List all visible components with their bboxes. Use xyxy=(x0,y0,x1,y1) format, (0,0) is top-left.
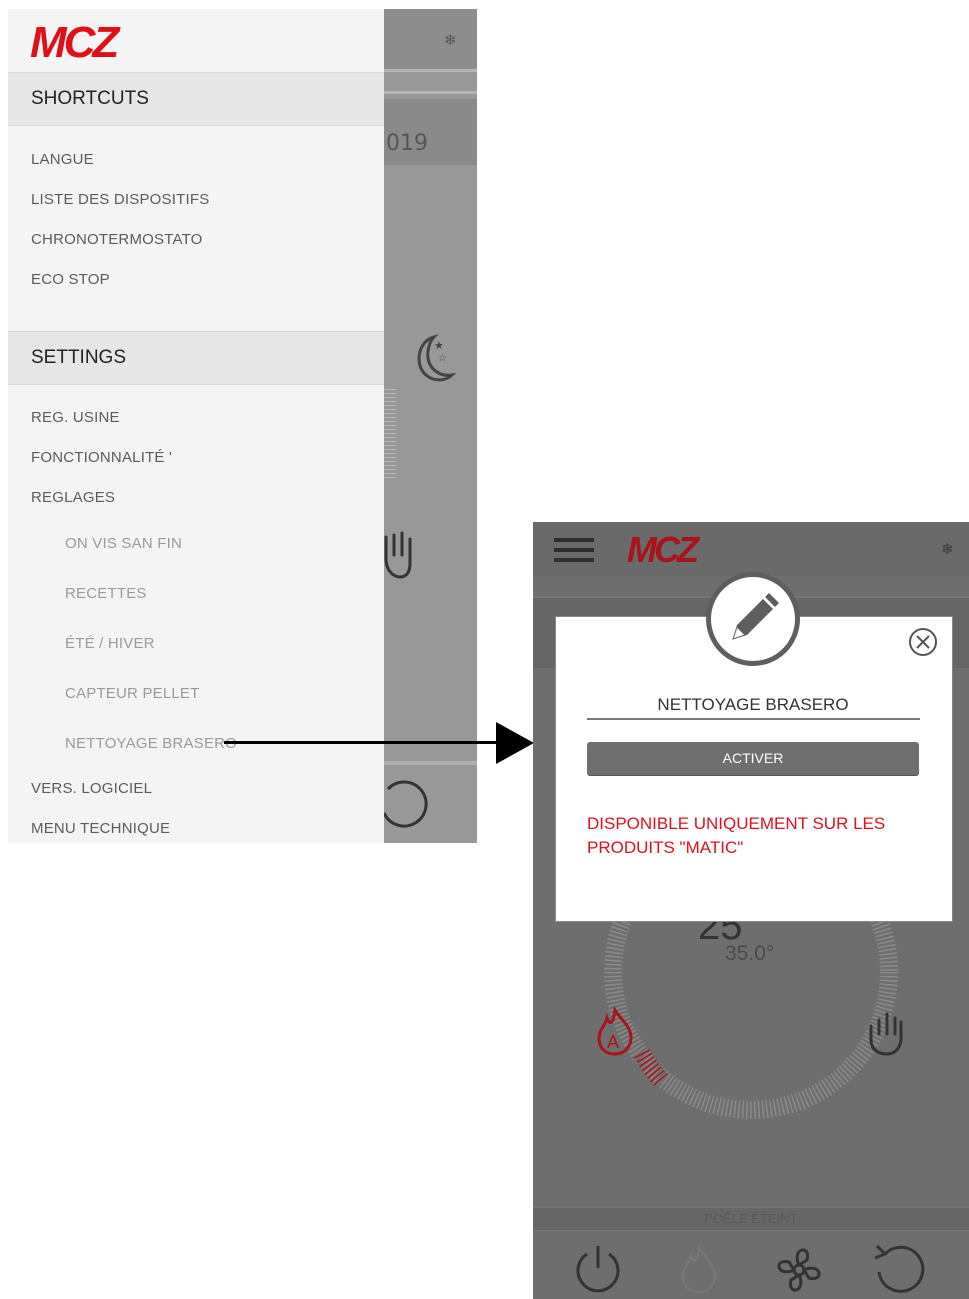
svg-text:☆: ☆ xyxy=(438,353,447,364)
mcz-logo: MCZ xyxy=(30,21,124,61)
activate-button[interactable]: ACTIVER xyxy=(587,742,919,775)
auto-flame-icon[interactable]: A xyxy=(595,1006,637,1056)
hand-icon[interactable] xyxy=(865,1008,905,1056)
divider xyxy=(378,91,477,94)
left-screenshot: ❄ 019 ★ ☆ MCZ SHORTCUTS LANGUE LISTE DES… xyxy=(8,9,477,843)
flame-icon[interactable] xyxy=(677,1242,721,1296)
refresh-icon[interactable] xyxy=(871,1242,927,1298)
submenu-item-ete-hiver[interactable]: ÉTÉ / HIVER xyxy=(65,635,155,652)
fan-icon[interactable] xyxy=(771,1242,827,1298)
navigation-drawer: MCZ SHORTCUTS LANGUE LISTE DES DISPOSITI… xyxy=(8,9,384,843)
power-icon[interactable] xyxy=(571,1242,625,1296)
pencil-icon xyxy=(732,593,779,640)
dial-ticks xyxy=(382,389,396,479)
svg-text:MCZ: MCZ xyxy=(627,533,701,567)
close-icon[interactable] xyxy=(908,627,938,657)
divider xyxy=(378,761,477,765)
menu-item-menu-technique[interactable]: MENU TECHNIQUE xyxy=(31,820,170,837)
gear-icon[interactable]: ❄ xyxy=(444,31,457,49)
target-temperature: 35.0° xyxy=(725,942,775,965)
menu-item-device-list[interactable]: LISTE DES DISPOSITIFS xyxy=(31,191,209,208)
app-topbar xyxy=(533,522,969,576)
stove-status: POÊLE ÉTEINT xyxy=(704,1211,798,1226)
settings-header: SETTINGS xyxy=(8,331,384,385)
menu-item-reg-usine[interactable]: REG. USINE xyxy=(31,409,120,426)
dialog-title: NETTOYAGE BRASERO xyxy=(657,695,849,714)
hamburger-menu-icon[interactable] xyxy=(554,538,594,562)
edit-badge xyxy=(706,572,800,666)
shortcuts-header-label: SHORTCUTS xyxy=(31,88,149,109)
svg-text:MCZ: MCZ xyxy=(30,21,121,61)
submenu-item-nettoyage-brasero[interactable]: NETTOYAGE BRASERO xyxy=(65,735,237,752)
submenu-item-vis-san-fin[interactable]: ON VIS SAN FIN xyxy=(65,535,182,552)
availability-warning: DISPONIBLE UNIQUEMENT SUR LES PRODUITS "… xyxy=(587,814,886,857)
settings-header-label: SETTINGS xyxy=(31,347,127,368)
menu-item-fonctionnalite[interactable]: FONCTIONNALITÉ ' xyxy=(31,449,172,466)
submenu-item-recettes[interactable]: RECETTES xyxy=(65,585,147,602)
menu-item-langue[interactable]: LANGUE xyxy=(31,151,94,168)
right-screenshot: MCZ ❄ 25 35.0° A POÊLE ÉTEINT NETTOYAGE … xyxy=(533,522,969,1299)
drawer-logo-area: MCZ xyxy=(8,9,384,71)
svg-text:A: A xyxy=(607,1032,619,1052)
annotation-arrow-head xyxy=(496,722,534,764)
menu-item-eco-stop[interactable]: ECO STOP xyxy=(31,271,110,288)
hand-icon[interactable] xyxy=(382,529,412,579)
dialog-title-underline xyxy=(587,718,920,720)
svg-text:★: ★ xyxy=(434,339,444,352)
shortcuts-header: SHORTCUTS xyxy=(8,72,384,126)
submenu-item-capteur-pellet[interactable]: CAPTEUR PELLET xyxy=(65,685,200,702)
moon-stars-icon[interactable]: ★ ☆ xyxy=(408,331,456,387)
gear-icon[interactable]: ❄ xyxy=(941,540,954,558)
menu-item-vers-logiciel[interactable]: VERS. LOGICIEL xyxy=(31,780,152,797)
refresh-icon[interactable] xyxy=(380,779,430,835)
background-year-fragment: 019 xyxy=(386,131,428,156)
mcz-logo: MCZ xyxy=(627,533,704,567)
divider xyxy=(378,69,477,72)
annotation-arrow-line xyxy=(224,741,502,744)
menu-item-reglages[interactable]: REGLAGES xyxy=(31,489,115,506)
menu-item-chronotermostato[interactable]: CHRONOTERMOSTATO xyxy=(31,231,203,248)
